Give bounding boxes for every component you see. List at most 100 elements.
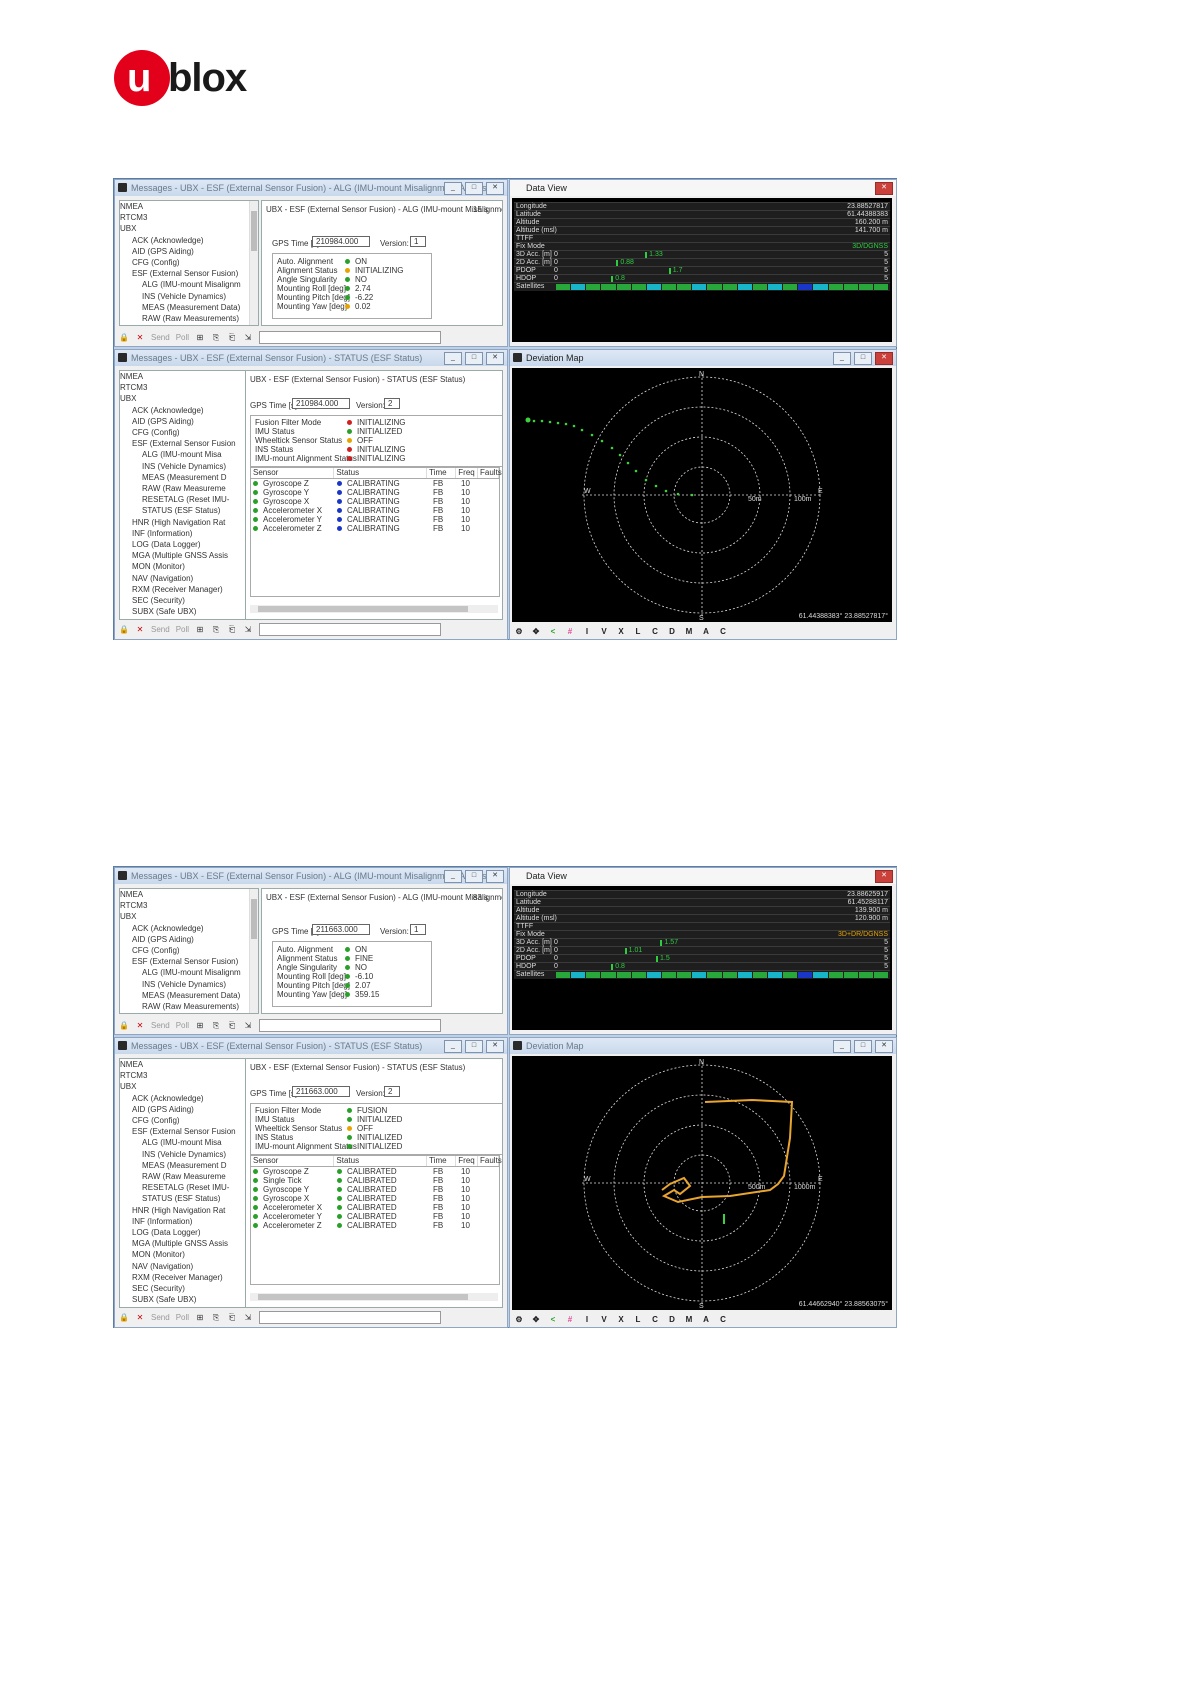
tree-item[interactable]: INS (Vehicle Dynamics) [120, 979, 258, 990]
sensor-row[interactable]: Gyroscope Z CALIBRATED FB 10 [251, 1167, 499, 1176]
poll-button[interactable]: Poll [176, 1312, 189, 1323]
map-toolbar-button[interactable]: C [650, 626, 660, 637]
tree-item[interactable]: MON (Monitor) [120, 1249, 258, 1260]
tree-item[interactable]: ESF (External Sensor Fusion) [120, 268, 258, 279]
tree-item[interactable]: ALG (IMU-mount Misa [120, 449, 258, 460]
sensor-row[interactable]: Gyroscope Y CALIBRATING FB 10 [251, 488, 499, 497]
tree-item[interactable]: RAW (Raw Measurements) [120, 1001, 258, 1012]
window-close-button[interactable]: ✕ [875, 182, 893, 195]
tree-item[interactable]: STATUS (ESF Status) [120, 505, 258, 516]
gps-time-field[interactable]: 211663.000 [292, 1086, 350, 1097]
map-svg[interactable]: N S E W 500m 1000m [512, 1056, 892, 1310]
tree-item[interactable]: ESF (External Sensor Fusion [120, 438, 258, 449]
tree-item[interactable]: AID (GPS Aiding) [120, 934, 258, 945]
tree-item[interactable]: MEAS (Measurement D [120, 1160, 258, 1171]
send-button[interactable]: Send [151, 332, 170, 343]
window-close-button[interactable]: ✕ [486, 182, 504, 195]
column-header[interactable]: Status [334, 1156, 428, 1166]
map-settings-icon[interactable]: ⚙ [514, 1314, 524, 1325]
tree-item[interactable]: ALG (IMU-mount Misalignm [120, 279, 258, 290]
tree-item[interactable]: RAW (Raw Measureme [120, 1171, 258, 1182]
copy-icon[interactable]: ⎘ [211, 332, 221, 343]
export-icon[interactable]: ⇲ [243, 624, 253, 635]
column-header[interactable]: Sensor [251, 1156, 335, 1166]
copy-icon[interactable]: ⎘ [211, 624, 221, 635]
column-header[interactable]: Status [334, 468, 428, 478]
tree-item[interactable]: RTCM3 [120, 212, 258, 223]
lock-icon[interactable]: 🔒 [119, 624, 129, 635]
sensor-row[interactable]: Gyroscope Z CALIBRATING FB 10 [251, 479, 499, 488]
tree-item[interactable]: MGA (Multiple GNSS Assis [120, 1238, 258, 1249]
column-header[interactable]: Faults [478, 468, 502, 478]
tree-item[interactable]: HNR (High Navigation Rat [120, 517, 258, 528]
tree-item[interactable]: ACK (Acknowledge) [120, 405, 258, 416]
map-toolbar-button[interactable]: A [701, 626, 711, 637]
map-pan-icon[interactable]: ✥ [531, 1314, 541, 1325]
send-button[interactable]: Send [151, 1020, 170, 1031]
column-header[interactable]: Time [427, 1156, 457, 1166]
sensor-row[interactable]: Accelerometer Z CALIBRATING FB 10 [251, 524, 499, 533]
window-maximize-button[interactable]: □ [465, 352, 483, 365]
window-maximize-button[interactable]: □ [465, 182, 483, 195]
tree-item[interactable]: AID (GPS Aiding) [120, 246, 258, 257]
window-maximize-button[interactable]: □ [854, 1040, 872, 1053]
version-field[interactable]: 1 [410, 236, 426, 247]
tree-item[interactable]: MON (Monitor) [120, 561, 258, 572]
sensor-row[interactable]: Accelerometer Z CALIBRATED FB 10 [251, 1221, 499, 1230]
tree-item[interactable]: STATUS (ESF Status) [120, 1193, 258, 1204]
sensor-row[interactable]: Gyroscope X CALIBRATED FB 10 [251, 1194, 499, 1203]
tree-item[interactable]: LOG (Data Logger) [120, 539, 258, 550]
column-header[interactable]: Freq [456, 1156, 478, 1166]
tree-item[interactable]: UBX [120, 1081, 258, 1092]
scroll-thumb[interactable] [251, 899, 257, 939]
tree-item[interactable]: MGA (Multiple GNSS Assis [120, 550, 258, 561]
window-minimize-button[interactable]: _ [444, 182, 462, 195]
column-header[interactable]: Time [427, 468, 457, 478]
scroll-thumb[interactable] [258, 1294, 468, 1300]
window-minimize-button[interactable]: _ [444, 1040, 462, 1053]
window-close-button[interactable]: ✕ [486, 870, 504, 883]
tree-item[interactable]: LOG (Data Logger) [120, 1227, 258, 1238]
close-icon[interactable]: ✕ [135, 624, 145, 635]
tree-item[interactable]: MEAS (Measurement Data) [120, 990, 258, 1001]
tree-item[interactable]: SEC (Security) [120, 1283, 258, 1294]
text-field[interactable] [259, 1310, 442, 1324]
window-close-button[interactable]: ✕ [875, 1040, 893, 1053]
tree-item[interactable]: RAW (Raw Measurements) [120, 313, 258, 324]
version-field[interactable]: 2 [384, 398, 400, 409]
tree-scrollbar[interactable] [249, 201, 258, 325]
tree-item[interactable]: AID (GPS Aiding) [120, 416, 258, 427]
map-toolbar-button[interactable]: I [582, 1314, 592, 1325]
column-header[interactable]: Sensor [251, 468, 335, 478]
version-field[interactable]: 1 [410, 924, 426, 935]
tree-item[interactable]: RXM (Receiver Manager) [120, 1272, 258, 1283]
map-toolbar-button[interactable]: M [684, 1314, 694, 1325]
column-header[interactable]: Freq [456, 468, 478, 478]
tree-item[interactable]: SUBX (Safe UBX) [120, 606, 258, 617]
tree-item[interactable]: RTCM3 [120, 1070, 258, 1081]
tree-item[interactable]: INS (Vehicle Dynamics) [120, 461, 258, 472]
map-green-icon[interactable]: < [548, 626, 558, 637]
map-toolbar-button[interactable]: C [650, 1314, 660, 1325]
window-minimize-button[interactable]: _ [444, 870, 462, 883]
window-maximize-button[interactable]: □ [465, 870, 483, 883]
map-toolbar-button[interactable]: X [616, 626, 626, 637]
tree-item[interactable]: ACK (Acknowledge) [120, 923, 258, 934]
tree-item[interactable]: RXM (Receiver Manager) [120, 584, 258, 595]
map-grid-icon[interactable]: # [565, 1314, 575, 1325]
tree-item[interactable]: NMEA [120, 201, 258, 212]
tree-item[interactable]: ESF (External Sensor Fusion) [120, 956, 258, 967]
copy-icon[interactable]: ⎘ [211, 1312, 221, 1323]
tree-item[interactable]: UBX [120, 911, 258, 922]
export-icon[interactable]: ⇲ [243, 332, 253, 343]
map-toolbar-button[interactable]: D [667, 1314, 677, 1325]
text-field[interactable] [259, 1018, 442, 1032]
paste-icon[interactable]: ⎗ [227, 332, 237, 343]
scroll-thumb[interactable] [251, 211, 257, 251]
tree-item[interactable]: MEAS (Measurement D [120, 472, 258, 483]
lock-icon[interactable]: 🔒 [119, 1020, 129, 1031]
export-icon[interactable]: ⇲ [243, 1020, 253, 1031]
tree-item[interactable]: ALG (IMU-mount Misalignm [120, 967, 258, 978]
window-minimize-button[interactable]: _ [444, 352, 462, 365]
map-toolbar-button[interactable]: M [684, 626, 694, 637]
